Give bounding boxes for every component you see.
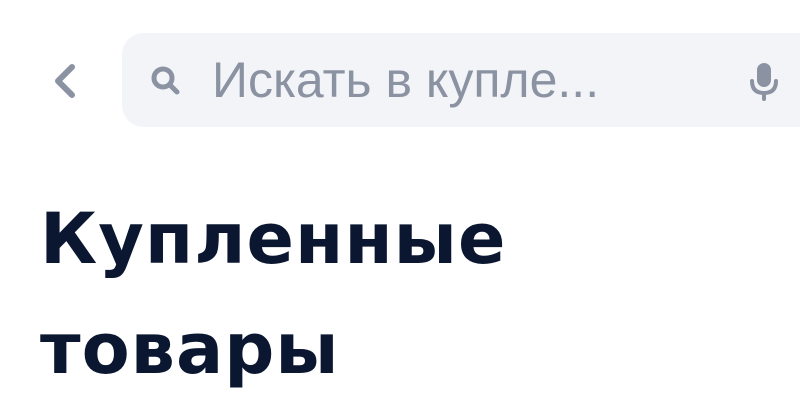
search-icon <box>146 61 186 101</box>
search-bar[interactable] <box>122 33 800 127</box>
microphone-icon[interactable] <box>742 59 786 103</box>
chevron-left-icon <box>55 64 75 98</box>
page-title: Купленные товары <box>40 184 760 404</box>
top-bar <box>0 0 800 150</box>
page-title-line-2: товары <box>40 308 340 390</box>
back-button[interactable] <box>38 54 92 108</box>
page-title-line-1: Купленные <box>40 198 507 280</box>
search-input[interactable] <box>212 49 732 111</box>
